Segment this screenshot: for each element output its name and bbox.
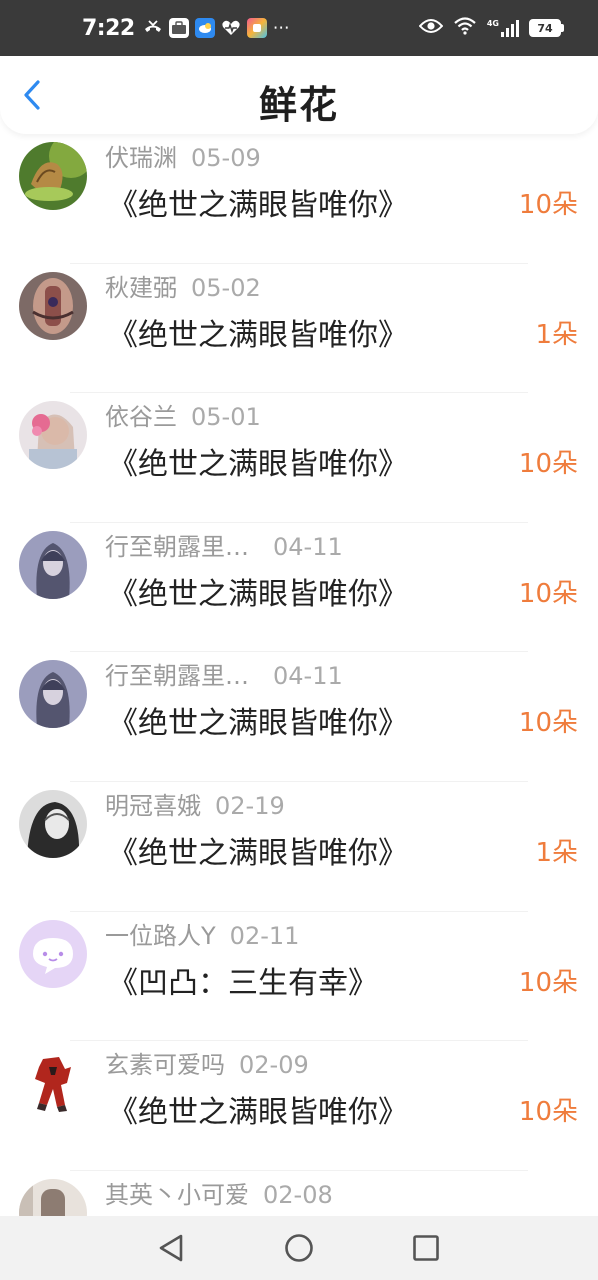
sender-name[interactable]: 伏瑞渊 (105, 144, 177, 172)
sender-line: 秋建弼 05-02 (105, 268, 261, 303)
list-item[interactable]: 一位路人Y 02-11 《凹凸：三生有幸》 10朵 (0, 912, 598, 1042)
list-item[interactable]: 行至朝露里… 04-11 《绝世之满眼皆唯你》 10朵 (0, 523, 598, 653)
sender-line: 行至朝露里… 04-11 (105, 656, 343, 691)
network-type: 4G (486, 19, 499, 28)
gift-book-title[interactable]: 《绝世之满眼皆唯你》 (108, 569, 408, 613)
photo-app-icon (246, 18, 267, 38)
sender-name[interactable]: 行至朝露里… (105, 533, 249, 561)
weather-app-icon (194, 18, 215, 38)
flower-count: 10朵 (518, 1097, 578, 1128)
flower-record-list[interactable]: 伏瑞渊 05-09 《绝世之满眼皆唯你》 10朵 秋建弼 05-02 《绝世之满眼皆… (0, 134, 598, 1216)
flower-count: 10朵 (518, 708, 578, 739)
recent-square-icon[interactable] (410, 1232, 442, 1264)
flower-count: 1朵 (535, 837, 578, 868)
flower-count: 10朵 (518, 449, 578, 480)
girl-flower-avatar[interactable] (19, 401, 87, 470)
send-date: 02-11 (229, 921, 300, 950)
system-nav-bar (0, 1216, 598, 1280)
gift-book-title[interactable]: 《绝世之满眼皆唯你》 (108, 828, 408, 872)
send-date: 05-09 (191, 144, 261, 172)
sender-line: 其英丶小可爱 02-08 (105, 1175, 333, 1210)
send-date: 05-02 (191, 273, 261, 302)
sender-name[interactable]: 依谷兰 (105, 403, 177, 431)
flower-count: 10朵 (518, 578, 578, 609)
more-dots-icon: ⋯ (272, 18, 290, 38)
sender-line: 行至朝露里… 04-11 (105, 527, 343, 562)
status-right: 4G 74 (418, 17, 564, 39)
health-icon (221, 18, 241, 38)
sender-name[interactable]: 一位路人Y (105, 922, 216, 950)
signal-icon: 4G (487, 19, 519, 37)
list-item[interactable]: 玄素可爱吗 02-09 《绝世之满眼皆唯你》 10朵 (0, 1041, 598, 1171)
butterfly-avatar[interactable] (19, 142, 87, 210)
page-title: 鲜花 (258, 83, 339, 127)
status-time: 7:22 (82, 15, 135, 41)
list-item[interactable]: 依谷兰 05-01 《绝世之满眼皆唯你》 10朵 (0, 393, 598, 523)
list-item[interactable]: 行至朝露里… 04-11 《绝世之满眼皆唯你》 10朵 (0, 652, 598, 782)
app-box-icon (168, 18, 189, 38)
wifi-icon (453, 17, 477, 39)
gift-book-title[interactable]: 《绝世之满眼皆唯你》 (108, 1087, 408, 1131)
default-chat-avatar[interactable] (19, 919, 87, 988)
send-date: 04-11 (273, 532, 343, 561)
sender-name[interactable]: 其英丶小可爱 (105, 1181, 249, 1209)
bw-portrait-avatar[interactable] (19, 789, 87, 858)
flower-count: 1朵 (535, 319, 578, 350)
status-bar: 7:22 ⋯ 4G 74 (0, 0, 598, 56)
app-header: 鲜花 (0, 56, 598, 134)
gift-book-title[interactable]: 《凹凸：三生有幸》 (108, 958, 378, 1002)
flower-count: 10朵 (518, 190, 578, 220)
sender-name[interactable]: 秋建弼 (105, 274, 177, 302)
gift-book-title[interactable]: 《绝世之满眼皆唯你》 (108, 698, 408, 742)
send-date: 02-08 (263, 1180, 333, 1209)
gift-book-title[interactable]: 《绝世之满眼皆唯你》 (108, 310, 408, 354)
send-date: 04-11 (273, 662, 343, 691)
send-date: 02-19 (215, 791, 285, 820)
sender-line: 一位路人Y 02-11 (105, 916, 299, 951)
anime-girl-avatar[interactable] (19, 660, 87, 729)
list-item[interactable]: 秋建弼 05-02 《绝世之满眼皆唯你》 1朵 (0, 264, 598, 394)
sender-name[interactable]: 玄素可爱吗 (105, 1051, 225, 1079)
red-robot-avatar[interactable] (19, 1049, 87, 1118)
hands-avatar[interactable] (19, 271, 87, 340)
eye-icon (418, 18, 444, 38)
send-date: 05-01 (191, 403, 261, 432)
gift-book-title[interactable]: 《绝世之满眼皆唯你》 (108, 180, 408, 224)
flower-count: 10朵 (518, 967, 578, 998)
battery-level: 74 (529, 19, 561, 37)
list-item[interactable]: 其英丶小可爱 02-08 (0, 1171, 598, 1216)
notification-icons: ⋯ (143, 18, 290, 38)
sender-line: 伏瑞渊 05-09 (105, 138, 261, 173)
send-date: 02-09 (239, 1051, 309, 1080)
list-item[interactable]: 明冠喜娥 02-19 《绝世之满眼皆唯你》 1朵 (0, 782, 598, 912)
sender-line: 依谷兰 05-01 (105, 397, 261, 432)
sender-name[interactable]: 行至朝露里… (105, 662, 249, 690)
battery-icon: 74 (529, 19, 564, 37)
sender-line: 玄素可爱吗 02-09 (105, 1045, 309, 1080)
gift-book-title[interactable]: 《绝世之满眼皆唯你》 (108, 439, 408, 483)
anime-girl-avatar[interactable] (19, 530, 87, 599)
sender-name[interactable]: 明冠喜娥 (105, 792, 201, 820)
back-triangle-icon[interactable] (156, 1232, 188, 1264)
list-item[interactable]: 伏瑞渊 05-09 《绝世之满眼皆唯你》 10朵 (0, 134, 598, 264)
home-circle-icon[interactable] (283, 1232, 315, 1264)
missed-call-icon (143, 18, 163, 38)
sender-line: 明冠喜娥 02-19 (105, 786, 285, 821)
photo-avatar[interactable] (19, 1178, 87, 1216)
